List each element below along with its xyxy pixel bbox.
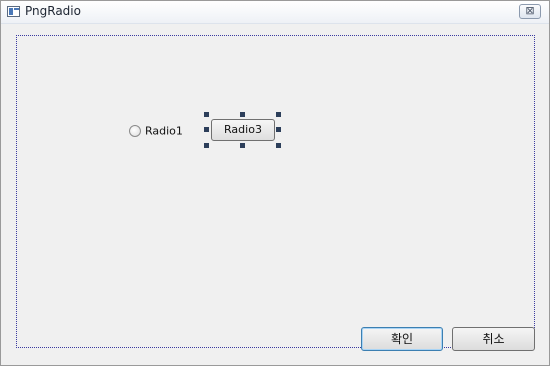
close-icon: ⊠ (525, 4, 535, 17)
selection-handle-top-right[interactable] (276, 112, 281, 117)
radio-circle-icon[interactable] (129, 125, 141, 137)
selection-handle-top-middle[interactable] (240, 112, 245, 117)
selection-handle-top-left[interactable] (204, 112, 209, 117)
selection-handle-bottom-left[interactable] (204, 143, 209, 148)
radio3-button[interactable]: Radio3 (211, 119, 275, 141)
selection-handle-bottom-right[interactable] (276, 143, 281, 148)
ok-button[interactable]: 확인 (361, 327, 443, 351)
dialog-client-area (16, 35, 535, 348)
radio1-option[interactable]: Radio1 (129, 124, 183, 138)
dialog-window: PngRadio ⊠ Radio1 Radio3 확인 취소 (0, 0, 550, 366)
dialog-app-icon (7, 6, 20, 17)
cancel-button[interactable]: 취소 (452, 327, 535, 351)
window-title: PngRadio (25, 4, 81, 18)
radio1-label: Radio1 (145, 124, 183, 138)
selection-handle-bottom-middle[interactable] (240, 143, 245, 148)
title-bar[interactable]: PngRadio ⊠ (1, 1, 549, 24)
close-button[interactable]: ⊠ (519, 4, 541, 19)
selection-handle-middle-left[interactable] (204, 127, 209, 132)
selection-handle-middle-right[interactable] (276, 127, 281, 132)
